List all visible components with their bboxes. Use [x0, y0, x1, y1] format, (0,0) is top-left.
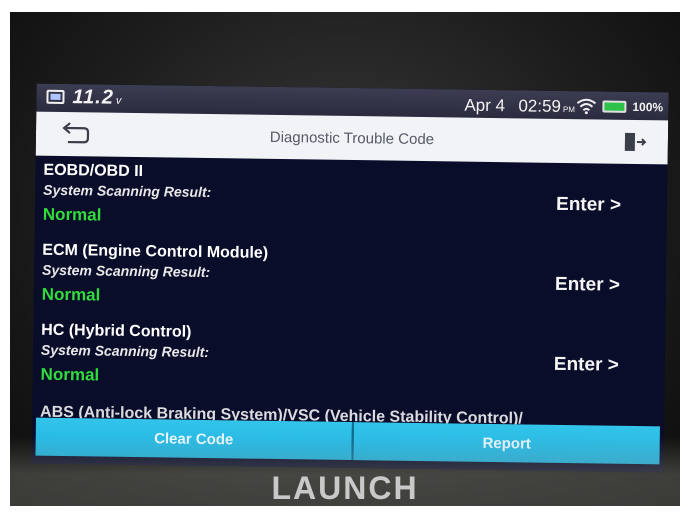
system-item[interactable]: HC (Hybrid Control) System Scanning Resu… — [32, 316, 665, 405]
scan-result-label: System Scanning Result: — [41, 261, 211, 281]
scan-status: Normal — [41, 284, 101, 305]
system-item[interactable]: EOBD/OBD II System Scanning Result: Norm… — [35, 156, 668, 245]
system-item[interactable]: ECM (Engine Control Module) System Scann… — [33, 236, 666, 325]
scan-result-label: System Scanning Result: — [40, 341, 210, 361]
system-name: ECM (Engine Control Module) — [42, 241, 269, 262]
status-date: Apr 4 — [464, 95, 506, 116]
battery-percent: 100% — [632, 99, 664, 115]
wifi-icon — [576, 98, 597, 115]
brand-logo: LAUNCH — [271, 470, 419, 506]
scan-status: Normal — [42, 204, 102, 225]
enter-button[interactable]: Enter > — [554, 354, 619, 377]
voltage-value: 11.2 — [72, 86, 115, 109]
exit-icon[interactable] — [622, 130, 648, 154]
page-title: Diagnostic Trouble Code — [269, 128, 435, 149]
voltage-unit: v — [115, 94, 123, 107]
device-photo: 11.2 v Apr 4 02:59 PM 100% Diagnostic Trou… — [10, 12, 680, 506]
voltage-readout: 11.2 v — [72, 86, 122, 110]
scan-result-label: System Scanning Result: — [43, 181, 212, 201]
battery-voltage-icon — [46, 89, 65, 104]
enter-button[interactable]: Enter > — [555, 274, 620, 297]
system-name: EOBD/OBD II — [43, 161, 144, 181]
status-time: 02:59 PM — [518, 96, 575, 117]
enter-button[interactable]: Enter > — [556, 194, 621, 217]
time-ampm: PM — [562, 104, 575, 115]
system-name: HC (Hybrid Control) — [41, 321, 192, 341]
scan-status: Normal — [40, 364, 100, 385]
battery-icon — [602, 100, 627, 113]
time-value: 02:59 — [518, 96, 562, 116]
device-screen: 11.2 v Apr 4 02:59 PM 100% Diagnostic Trou… — [31, 83, 669, 473]
system-list: EOBD/OBD II System Scanning Result: Norm… — [32, 156, 668, 427]
